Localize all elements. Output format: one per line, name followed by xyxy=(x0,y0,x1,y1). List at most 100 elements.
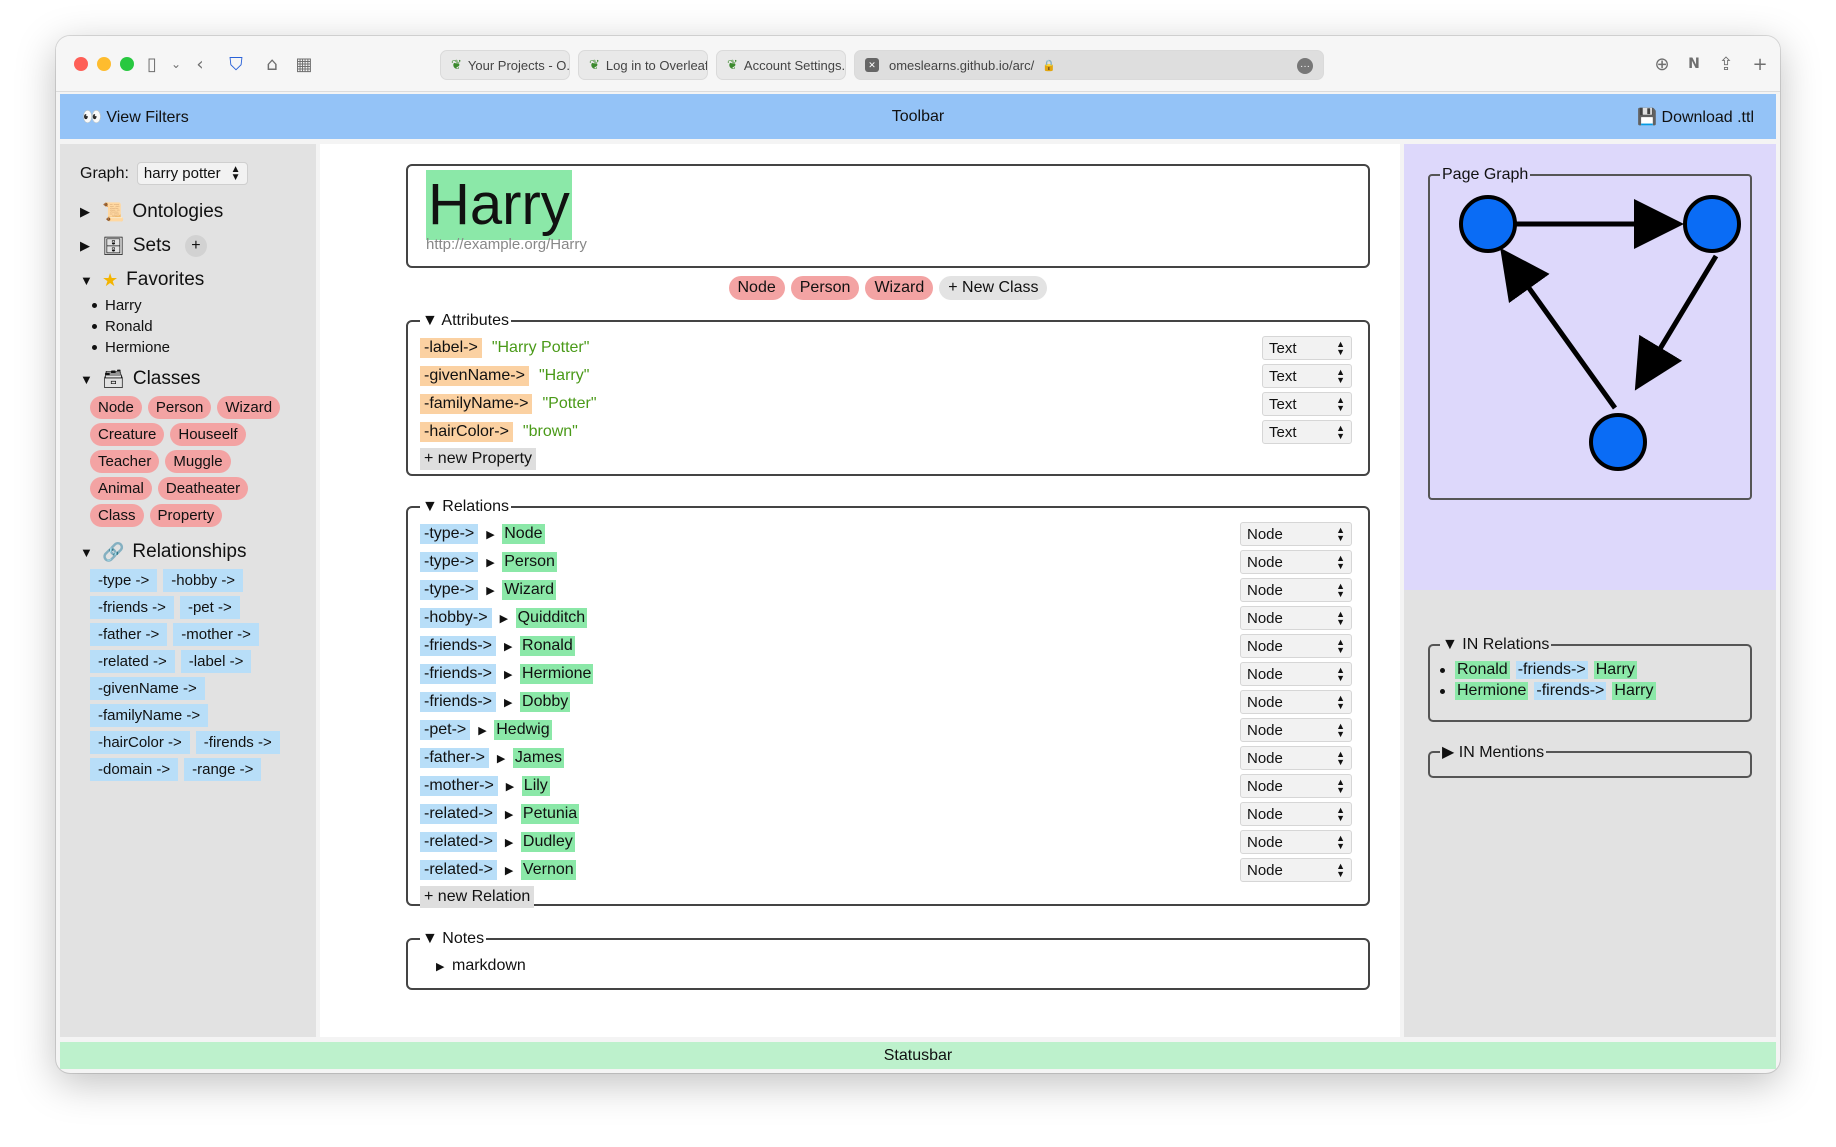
relationship-pill[interactable]: -domain -> xyxy=(90,758,179,781)
relationship-pill[interactable]: -mother -> xyxy=(173,623,259,646)
in-relation-subject[interactable]: Ronald xyxy=(1455,661,1510,679)
classes-header[interactable]: ▼ 🗃 Classes xyxy=(80,368,296,390)
collapse-triangle-icon[interactable]: ▼ xyxy=(80,273,94,288)
relationship-pill[interactable]: -hairColor -> xyxy=(90,731,190,754)
home-icon[interactable]: ⌂ xyxy=(260,52,284,76)
relation-type-select[interactable]: Node ▲ ▼ xyxy=(1240,830,1352,854)
new-property-button[interactable]: + new Property xyxy=(420,448,537,470)
browser-tab-3[interactable]: ❦ Account Settings... xyxy=(716,50,846,80)
relation-target[interactable]: James xyxy=(512,748,565,768)
attribute-key[interactable]: -familyName-> xyxy=(420,394,533,414)
back-arrow-icon[interactable]: ‹ xyxy=(188,52,212,76)
relation-key[interactable]: -friends-> xyxy=(420,636,497,656)
attribute-value[interactable]: "Harry" xyxy=(539,367,589,385)
active-tab-address[interactable]: ✕ omeslearns.github.io/arc/ 🔒 ··· xyxy=(854,50,1324,80)
in-relation-object[interactable]: Harry xyxy=(1612,682,1656,700)
relation-type-select[interactable]: Node ▲ ▼ xyxy=(1240,802,1352,826)
expand-triangle-icon[interactable]: ▶ xyxy=(505,836,521,849)
node-class-pill[interactable]: Person xyxy=(790,276,860,300)
relation-target[interactable]: Person xyxy=(502,552,557,572)
relationship-pill[interactable]: -type -> xyxy=(90,569,158,592)
node-title[interactable]: Harry xyxy=(426,170,572,240)
expand-triangle-icon[interactable]: ▶ xyxy=(436,960,452,973)
relationship-pill[interactable]: -firends -> xyxy=(195,731,280,754)
relation-type-select[interactable]: Node ▲ ▼ xyxy=(1240,690,1352,714)
relation-type-select[interactable]: Node ▲ ▼ xyxy=(1240,746,1352,770)
collapse-triangle-icon[interactable]: ▼ xyxy=(80,545,94,560)
in-relation-object[interactable]: Harry xyxy=(1593,661,1637,679)
relationship-pill[interactable]: -related -> xyxy=(90,650,175,673)
attribute-type-select[interactable]: Text ▲ ▼ xyxy=(1262,336,1352,360)
relation-key[interactable]: -type-> xyxy=(420,552,479,572)
node-class-pill[interactable]: Node xyxy=(728,276,785,300)
relation-target[interactable]: Petunia xyxy=(520,804,580,824)
maximize-window-button[interactable] xyxy=(120,57,134,71)
class-pill[interactable]: Muggle xyxy=(165,450,231,473)
relation-target[interactable]: Quidditch xyxy=(515,608,588,628)
chevron-down-icon[interactable]: ⌄ xyxy=(164,52,188,76)
attribute-value[interactable]: "Harry Potter" xyxy=(492,339,590,357)
expand-triangle-icon[interactable]: ▶ xyxy=(80,204,94,220)
expand-triangle-icon[interactable]: ▶ xyxy=(504,696,520,709)
class-pill[interactable]: Class xyxy=(90,504,144,527)
sidebar-toggle-icon[interactable]: ▯ xyxy=(140,52,164,76)
class-pill[interactable]: Teacher xyxy=(90,450,160,473)
download-icon[interactable]: ⊕ xyxy=(1650,52,1674,76)
graph-node[interactable] xyxy=(1459,195,1517,253)
node-class-pill[interactable]: Wizard xyxy=(865,276,934,300)
attribute-type-select[interactable]: Text ▲ ▼ xyxy=(1262,420,1352,444)
notion-icon[interactable]: N xyxy=(1682,52,1706,76)
expand-triangle-icon[interactable]: ▶ xyxy=(500,612,516,625)
attribute-type-select[interactable]: Text ▲ ▼ xyxy=(1262,392,1352,416)
view-filters-button[interactable]: 👀 View Filters xyxy=(82,107,189,127)
relation-key[interactable]: -hobby-> xyxy=(420,608,492,628)
expand-triangle-icon[interactable]: ▶ xyxy=(506,780,522,793)
attributes-legend[interactable]: ▼ Attributes xyxy=(420,312,511,330)
attribute-value[interactable]: "brown" xyxy=(523,423,578,441)
expand-triangle-icon[interactable]: ▶ xyxy=(504,668,520,681)
relation-type-select[interactable]: Node ▲ ▼ xyxy=(1240,606,1352,630)
relation-key[interactable]: -father-> xyxy=(420,748,489,768)
graph-select[interactable]: harry potter ▲ ▼ xyxy=(136,162,248,185)
attribute-value[interactable]: "Potter" xyxy=(542,395,596,413)
relation-key[interactable]: -friends-> xyxy=(420,692,497,712)
class-pill[interactable]: Property xyxy=(149,504,223,527)
relation-type-select[interactable]: Node ▲ ▼ xyxy=(1240,578,1352,602)
expand-triangle-icon[interactable]: ▶ xyxy=(80,238,94,254)
relation-target[interactable]: Ronald xyxy=(520,636,575,656)
attribute-key[interactable]: -label-> xyxy=(420,338,482,358)
browser-tab-1[interactable]: ❦ Your Projects - O... xyxy=(440,50,570,80)
attribute-type-select[interactable]: Text ▲ ▼ xyxy=(1262,364,1352,388)
collapse-triangle-icon[interactable]: ▼ xyxy=(80,372,94,387)
minimize-window-button[interactable] xyxy=(97,57,111,71)
class-pill[interactable]: Houseelf xyxy=(170,423,246,446)
page-graph-svg[interactable] xyxy=(1430,184,1750,490)
favorite-item[interactable]: Hermione xyxy=(92,339,296,356)
relationship-pill[interactable]: -father -> xyxy=(90,623,168,646)
relation-key[interactable]: -type-> xyxy=(420,524,479,544)
relation-type-select[interactable]: Node ▲ ▼ xyxy=(1240,858,1352,882)
in-relations-legend[interactable]: ▼ IN Relations xyxy=(1440,636,1551,654)
class-pill[interactable]: Deatheater xyxy=(157,477,249,500)
expand-triangle-icon[interactable]: ▶ xyxy=(497,752,513,765)
address-url[interactable]: omeslearns.github.io/arc/ xyxy=(889,58,1034,73)
relation-target[interactable]: Dobby xyxy=(520,692,571,712)
graph-node[interactable] xyxy=(1683,195,1741,253)
sets-header[interactable]: ▶ 🗄 Sets + xyxy=(80,235,296,257)
relation-target[interactable]: Hermione xyxy=(520,664,594,684)
more-icon[interactable]: ··· xyxy=(1297,58,1313,74)
browser-tab-2[interactable]: ❦ Log in to Overleaf... xyxy=(578,50,708,80)
shield-icon[interactable]: ⛉ xyxy=(224,52,248,76)
relation-target[interactable]: Node xyxy=(502,524,545,544)
relation-key[interactable]: -friends-> xyxy=(420,664,497,684)
in-mentions-legend[interactable]: ▶ IN Mentions xyxy=(1440,742,1546,762)
class-pill[interactable]: Wizard xyxy=(217,396,281,419)
notes-markdown-row[interactable]: ▶ markdown xyxy=(420,952,1356,980)
expand-triangle-icon[interactable]: ▶ xyxy=(478,724,494,737)
relation-target[interactable]: Wizard xyxy=(502,580,557,600)
in-relation-predicate[interactable]: -friends-> xyxy=(1515,661,1588,679)
relation-key[interactable]: -type-> xyxy=(420,580,479,600)
ontologies-header[interactable]: ▶ 📜 Ontologies xyxy=(80,201,296,223)
new-class-button[interactable]: + New Class xyxy=(939,276,1048,300)
relationship-pill[interactable]: -label -> xyxy=(180,650,252,673)
